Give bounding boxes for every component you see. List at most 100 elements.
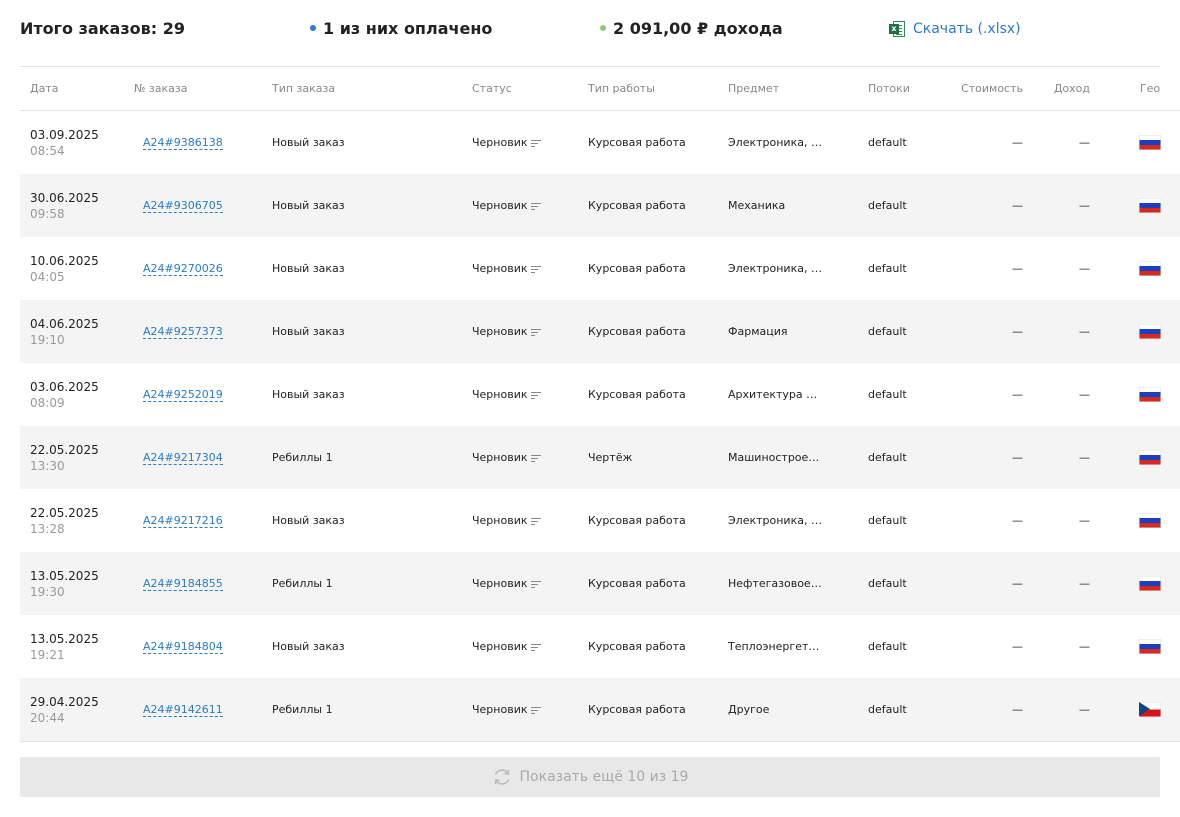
cell-order-type: Ребиллы 1: [272, 426, 472, 489]
cell-flows: default: [868, 640, 907, 653]
order-date: 30.06.2025: [30, 190, 99, 205]
order-number-link[interactable]: A24#9184804: [143, 640, 223, 654]
cell-subject: Электроника, э…: [728, 237, 868, 300]
table-row: 22.05.2025 13:30 A24#9217304 Ребиллы 1 Черно…: [20, 426, 1180, 489]
status-toggle[interactable]: Черновик: [472, 262, 541, 275]
order-time: 19:21: [30, 647, 65, 662]
cell-cost: —: [1012, 262, 1023, 275]
cell-number: A24#9217216: [134, 489, 272, 552]
cell-order-type: Новый заказ: [272, 262, 345, 275]
order-number-link[interactable]: A24#9184855: [143, 577, 223, 591]
subject-label: Теплоэнергети…: [728, 640, 822, 653]
order-time: 09:58: [30, 206, 65, 221]
order-time: 19:30: [30, 584, 65, 599]
refresh-icon: [494, 769, 509, 785]
status-toggle[interactable]: Черновик: [472, 640, 541, 653]
cell-geo: [1090, 678, 1180, 742]
status-label: Черновик: [472, 136, 528, 149]
cell-geo: [1090, 426, 1180, 489]
table-row: 13.05.2025 19:30 A24#9184855 Ребиллы 1 Черно…: [20, 552, 1180, 615]
cell-date: 10.06.2025 04:05: [20, 237, 134, 300]
order-number-link[interactable]: A24#9306705: [143, 199, 223, 213]
total-orders: Итого заказов: 29: [20, 19, 185, 38]
status-toggle[interactable]: Черновик: [472, 199, 541, 212]
status-toggle[interactable]: Черновик: [472, 325, 541, 338]
load-more-label: Показать ещё 10 из 19: [519, 769, 689, 785]
cell-income: —: [1079, 262, 1090, 275]
russia-flag-icon: [1139, 324, 1161, 339]
status-toggle[interactable]: Черновик: [472, 136, 541, 149]
status-toggle[interactable]: Черновик: [472, 703, 541, 716]
cell-subject: Другое: [728, 678, 868, 742]
table-row: 04.06.2025 19:10 A24#9257373 Новый заказ Чер…: [20, 300, 1180, 363]
cell-subject: Теплоэнергети…: [728, 615, 868, 678]
income-dot-icon: [600, 24, 606, 31]
column-header-status[interactable]: Статус: [472, 67, 588, 111]
paid-orders: 1 из них оплачено: [310, 19, 492, 38]
table-row: 03.09.2025 08:54 A24#9386138 Новый заказ Чер…: [20, 111, 1180, 175]
cell-income: —: [1023, 552, 1090, 615]
cell-date: 13.05.2025 19:30: [20, 552, 134, 615]
column-header-income[interactable]: Доход: [1023, 67, 1090, 111]
status-label: Черновик: [472, 325, 528, 338]
column-header-geo[interactable]: Гео: [1090, 67, 1180, 111]
column-header-type[interactable]: Тип заказа: [272, 67, 472, 111]
status-toggle[interactable]: Черновик: [472, 577, 541, 590]
cell-work-type: Курсовая работа: [588, 136, 686, 149]
order-number-link[interactable]: A24#9217216: [143, 514, 223, 528]
order-number-link[interactable]: A24#9252019: [143, 388, 223, 402]
cell-number: A24#9184804: [134, 615, 272, 678]
cell-date: 04.06.2025 19:10: [20, 300, 134, 363]
cell-work-type: Курсовая работа: [588, 388, 686, 401]
status-details-icon: [530, 706, 541, 715]
order-number-link[interactable]: A24#9142611: [143, 703, 223, 717]
column-header-number[interactable]: № заказа: [134, 67, 272, 111]
order-time: 08:09: [30, 395, 65, 410]
cell-order-type: Новый заказ: [272, 174, 472, 237]
cell-geo: [1090, 237, 1180, 300]
cell-date: 03.06.2025 08:09: [20, 363, 134, 426]
column-header-work-type[interactable]: Тип работы: [588, 67, 728, 111]
status-details-icon: [530, 328, 541, 337]
russia-flag-icon: [1139, 450, 1161, 465]
status-toggle[interactable]: Черновик: [472, 514, 541, 527]
order-date: 13.05.2025: [30, 568, 99, 583]
status-label: Черновик: [472, 514, 528, 527]
order-date: 10.06.2025: [30, 253, 99, 268]
download-xlsx-button[interactable]: x Скачать (.xlsx): [889, 20, 1021, 38]
column-header-flows[interactable]: Потоки: [868, 67, 928, 111]
order-number-link[interactable]: A24#9257373: [143, 325, 223, 339]
status-details-icon: [530, 454, 541, 463]
cell-geo: [1090, 300, 1180, 363]
cell-subject: Машинострое…: [728, 426, 868, 489]
order-time: 13:30: [30, 458, 65, 473]
orders-page: Итого заказов: 29 1 из них оплачено 2 09…: [0, 0, 1180, 817]
column-header-cost[interactable]: Стоимость: [928, 67, 1023, 111]
status-toggle[interactable]: Черновик: [472, 451, 541, 464]
cell-subject: Электроника, э…: [728, 111, 868, 175]
order-number-link[interactable]: A24#9270026: [143, 262, 223, 276]
column-header-date[interactable]: Дата: [20, 67, 134, 111]
cell-status: Черновик: [472, 678, 588, 742]
status-details-icon: [530, 580, 541, 589]
cell-flows: default: [868, 552, 928, 615]
order-date: 03.06.2025: [30, 379, 99, 394]
cell-income: —: [1023, 300, 1090, 363]
order-number-link[interactable]: A24#9386138: [143, 136, 223, 150]
cell-cost: —: [1012, 388, 1023, 401]
cell-subject: Нефтегазовое …: [728, 552, 868, 615]
load-more-button[interactable]: Показать ещё 10 из 19: [20, 757, 1160, 797]
column-header-subject[interactable]: Предмет: [728, 67, 868, 111]
order-time: 20:44: [30, 710, 65, 725]
cell-geo: [1090, 489, 1180, 552]
cell-number: A24#9252019: [134, 363, 272, 426]
order-number-link[interactable]: A24#9217304: [143, 451, 223, 465]
status-toggle[interactable]: Черновик: [472, 388, 541, 401]
table-row: 13.05.2025 19:21 A24#9184804 Новый заказ Чер…: [20, 615, 1180, 678]
cell-order-type: Новый заказ: [272, 388, 345, 401]
status-label: Черновик: [472, 577, 528, 590]
russia-flag-icon: [1139, 261, 1161, 276]
subject-label: Электроника, э…: [728, 514, 822, 527]
order-time: 19:10: [30, 332, 65, 347]
orders-table-body: 03.09.2025 08:54 A24#9386138 Новый заказ Чер…: [20, 111, 1180, 742]
